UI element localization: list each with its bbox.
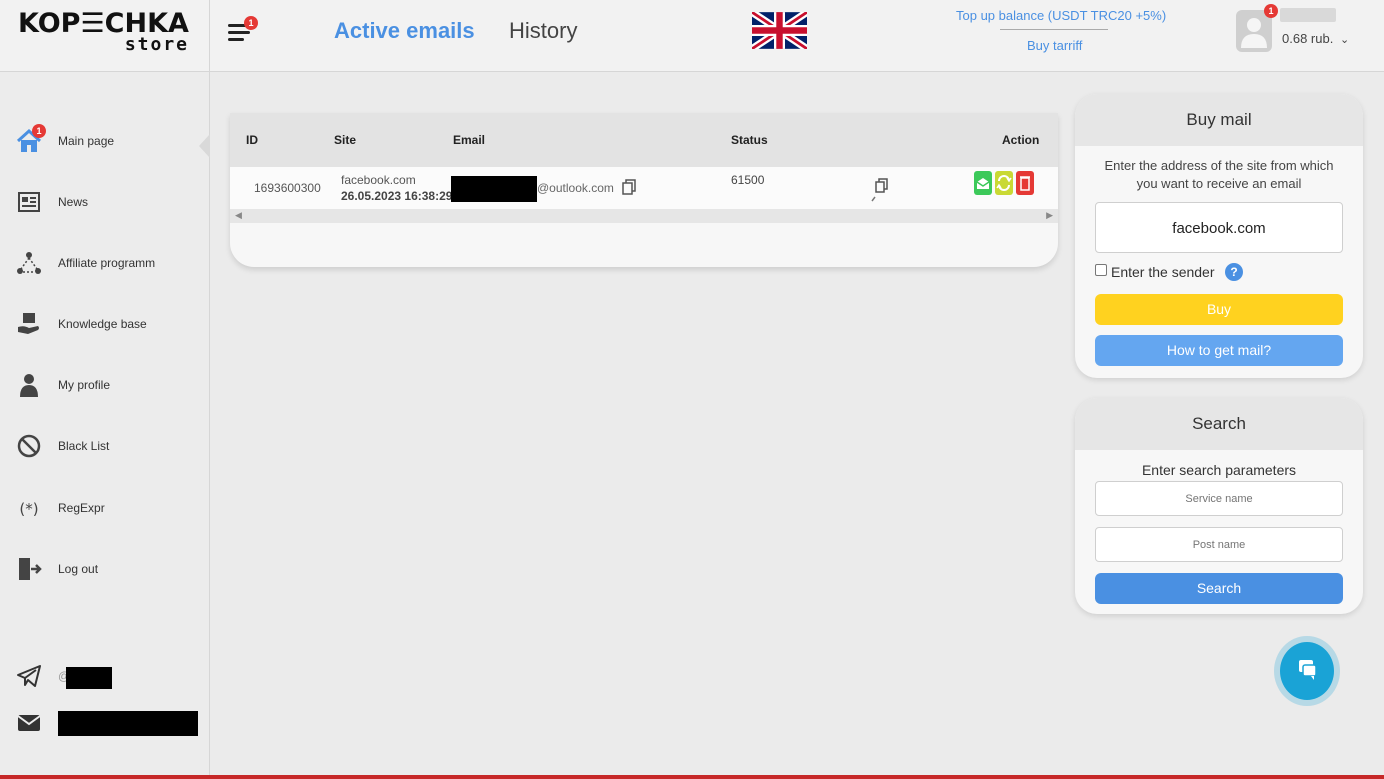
row-status: 61500	[731, 173, 765, 187]
row-site: facebook.com	[341, 173, 416, 187]
table-header: ID Site Email Status Action	[230, 113, 1058, 167]
logo[interactable]: KOP☰CHKA store	[0, 0, 210, 72]
buy-mail-instruction: Enter the address of the site from which…	[1104, 158, 1334, 191]
chevron-down-icon: ⌄	[1339, 34, 1350, 46]
table-row: 1693600300 facebook.com 26.05.2023 16:38…	[230, 167, 1058, 209]
search-card: Search Enter search parameters Search	[1075, 398, 1363, 614]
sender-label: Enter the sender	[1111, 264, 1215, 280]
scroll-right-icon[interactable]: ▶	[1046, 210, 1053, 221]
sidebar-item-regexpr[interactable]: (*) RegExpr	[0, 489, 200, 529]
copy-code-icon[interactable]	[870, 177, 892, 203]
row-email: @outlook.com	[537, 181, 614, 195]
search-instruction: Enter search parameters	[1141, 462, 1297, 478]
sidebar-item-log-out[interactable]: Log out	[0, 550, 200, 590]
tab-history[interactable]: History	[509, 18, 577, 44]
chat-icon	[1299, 660, 1317, 680]
sidebar-item-black-list[interactable]: Black List	[0, 427, 200, 467]
balance-value: 0.68 rub.	[1282, 31, 1334, 46]
regexp-icon: (*)	[19, 500, 38, 518]
sidebar-item-label: Log out	[58, 562, 99, 576]
column-header-id: ID	[246, 133, 258, 147]
post-name-input[interactable]	[1095, 527, 1343, 562]
divider	[1000, 29, 1108, 30]
svg-text:(*): (*)	[19, 500, 38, 518]
help-icon[interactable]: ?	[1225, 263, 1243, 281]
buy-mail-card: Buy mail Enter the address of the site f…	[1075, 94, 1363, 378]
menu-bar	[228, 38, 244, 41]
main-page-badge: 1	[32, 124, 46, 138]
email-local-part-redacted	[451, 176, 537, 202]
profile-icon	[20, 374, 38, 397]
telegram-handle-redacted	[66, 667, 112, 689]
sidebar-item-label: RegExpr	[58, 501, 105, 515]
trash-icon	[1020, 176, 1030, 191]
logout-icon	[19, 558, 42, 580]
tab-active-emails[interactable]: Active emails	[334, 18, 475, 44]
horizontal-scrollbar[interactable]: ◀ ▶	[230, 209, 1058, 223]
menu-toggle-button[interactable]: 1	[226, 16, 258, 44]
column-header-status: Status	[731, 133, 768, 147]
sender-checkbox[interactable]	[1095, 264, 1107, 276]
search-title: Search	[1075, 398, 1363, 450]
sidebar-item-label: Knowledge base	[58, 317, 147, 331]
search-button[interactable]: Search	[1095, 573, 1343, 604]
sidebar-item-news[interactable]: News	[0, 183, 200, 223]
buy-mail-title: Buy mail	[1075, 94, 1363, 146]
reorder-button[interactable]	[995, 171, 1013, 195]
mail-icon	[17, 715, 41, 731]
menu-bar	[228, 31, 250, 34]
sidebar: 1 Main page News Affiliate programm Know…	[0, 72, 210, 779]
column-header-site: Site	[334, 133, 357, 147]
knowledge-icon	[18, 313, 39, 334]
active-indicator	[199, 134, 210, 158]
affiliate-icon	[17, 252, 41, 274]
sidebar-telegram-contact[interactable]: @	[0, 657, 200, 697]
copy-icon[interactable]	[622, 179, 636, 195]
cancel-button[interactable]	[1016, 171, 1034, 195]
sidebar-item-label: My profile	[58, 378, 111, 392]
column-header-email: Email	[453, 133, 486, 147]
balance-dropdown[interactable]: 0.68 rub. ⌄	[1282, 31, 1349, 46]
sidebar-item-label: News	[58, 195, 89, 209]
username-redacted	[1280, 8, 1336, 22]
blocked-icon	[17, 434, 41, 458]
active-emails-table: ID Site Email Status Action 1693600300 f…	[230, 113, 1058, 267]
email-redacted	[58, 711, 198, 736]
sidebar-item-my-profile[interactable]: My profile	[0, 366, 200, 406]
telegram-icon	[17, 665, 41, 687]
avatar-notification-badge: 1	[1264, 4, 1278, 18]
sidebar-email-contact[interactable]	[0, 704, 200, 744]
scroll-left-icon[interactable]: ◀	[235, 210, 242, 221]
top-header: KOP☰CHKA store 1 Active emails History T…	[0, 0, 1384, 72]
sidebar-item-main-page[interactable]: 1 Main page	[0, 122, 200, 162]
uk-flag-icon[interactable]	[752, 12, 807, 49]
chat-button[interactable]	[1280, 642, 1334, 700]
buy-tariff-link[interactable]: Buy tarriff	[1027, 38, 1082, 53]
avatar[interactable]: 1	[1236, 4, 1278, 52]
buy-button[interactable]: Buy	[1095, 294, 1343, 325]
news-icon	[18, 192, 40, 212]
bottom-edge	[0, 775, 1384, 779]
service-name-input[interactable]	[1095, 481, 1343, 516]
refresh-icon	[996, 175, 1012, 191]
open-envelope-icon	[976, 178, 990, 189]
site-input[interactable]: facebook.com	[1095, 202, 1343, 253]
row-date: 26.05.2023 16:38:29	[341, 189, 453, 203]
column-header-action: Action	[1002, 133, 1040, 147]
logo-subtext: store	[124, 34, 189, 55]
menu-notification-badge: 1	[244, 16, 258, 30]
sidebar-item-knowledge-base[interactable]: Knowledge base	[0, 305, 200, 345]
sidebar-item-affiliate[interactable]: Affiliate programm	[0, 244, 200, 284]
open-mail-button[interactable]	[974, 171, 992, 195]
how-to-get-mail-button[interactable]: How to get mail?	[1095, 335, 1343, 366]
sidebar-item-label: Black List	[58, 439, 110, 453]
sidebar-item-label: Affiliate programm	[58, 256, 156, 270]
top-up-balance-link[interactable]: Top up balance (USDT TRC20 +5%)	[956, 8, 1166, 23]
row-id: 1693600300	[254, 181, 321, 195]
sidebar-item-label: Main page	[58, 134, 115, 148]
